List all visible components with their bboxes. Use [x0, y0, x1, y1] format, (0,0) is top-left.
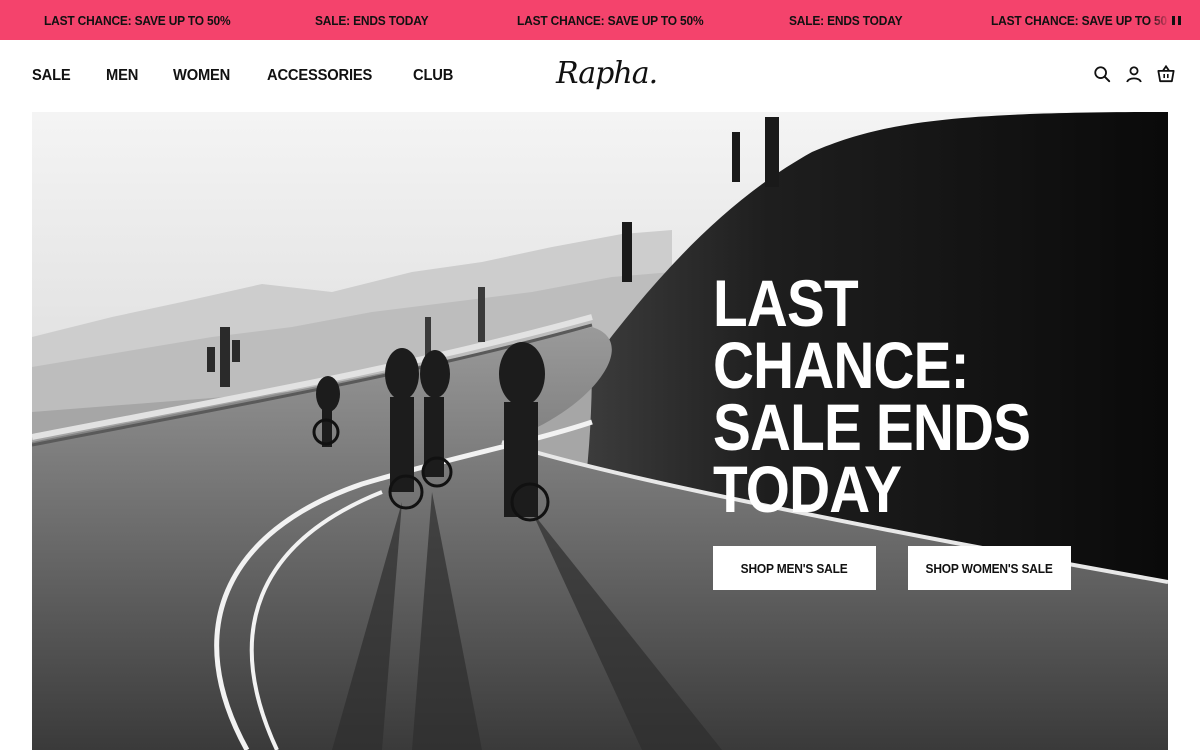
- search-icon[interactable]: [1092, 64, 1112, 84]
- ticker-message[interactable]: LAST CHANCE: SAVE UP TO 50%: [517, 13, 704, 28]
- hero-headline: LAST CHANCE: SALE ENDS TODAY: [713, 266, 1117, 526]
- hero-headline-line: SALE ENDS: [713, 390, 1031, 464]
- nav-item-women[interactable]: WOMEN: [173, 67, 230, 85]
- hero-headline-line: CHANCE:: [713, 328, 970, 402]
- hero-headline-line: LAST: [713, 266, 859, 340]
- promo-ticker: LAST CHANCE: SAVE UP TO 50% SALE: ENDS T…: [0, 0, 1200, 40]
- ticker-message[interactable]: SALE: ENDS TODAY: [315, 13, 429, 28]
- account-icon[interactable]: [1124, 64, 1144, 84]
- pause-icon[interactable]: [1168, 12, 1184, 28]
- shop-mens-sale-button[interactable]: SHOP MEN'S SALE: [713, 546, 876, 590]
- ticker-message[interactable]: LAST CHANCE: SAVE UP TO 50: [991, 13, 1167, 28]
- ticker-message[interactable]: LAST CHANCE: SAVE UP TO 50%: [44, 13, 231, 28]
- site-header: SALE MEN WOMEN ACCESSORIES CLUB Rapha.: [0, 40, 1200, 112]
- hero-content: LAST CHANCE: SALE ENDS TODAY SHOP MEN'S …: [713, 266, 1133, 590]
- shop-mens-sale-label: SHOP MEN'S SALE: [741, 560, 848, 576]
- basket-icon[interactable]: [1156, 64, 1176, 84]
- shop-womens-sale-button[interactable]: SHOP WOMEN'S SALE: [908, 546, 1071, 590]
- header-icons: [1092, 64, 1176, 88]
- hero-headline-line: TODAY: [713, 452, 902, 526]
- shop-womens-sale-label: SHOP WOMEN'S SALE: [925, 560, 1054, 576]
- nav-item-club[interactable]: CLUB: [413, 67, 453, 85]
- ticker-message[interactable]: SALE: ENDS TODAY: [789, 13, 903, 28]
- rapha-logo[interactable]: Rapha.: [556, 52, 658, 96]
- nav-item-men[interactable]: MEN: [106, 67, 138, 85]
- nav-item-sale[interactable]: SALE: [32, 67, 71, 85]
- nav-item-accessories[interactable]: ACCESSORIES: [267, 67, 372, 85]
- main-nav: SALE MEN WOMEN ACCESSORIES CLUB: [32, 40, 489, 112]
- cta-row: SHOP MEN'S SALE SHOP WOMEN'S SALE: [713, 546, 1071, 590]
- hero-banner[interactable]: LAST CHANCE: SALE ENDS TODAY SHOP MEN'S …: [32, 112, 1168, 750]
